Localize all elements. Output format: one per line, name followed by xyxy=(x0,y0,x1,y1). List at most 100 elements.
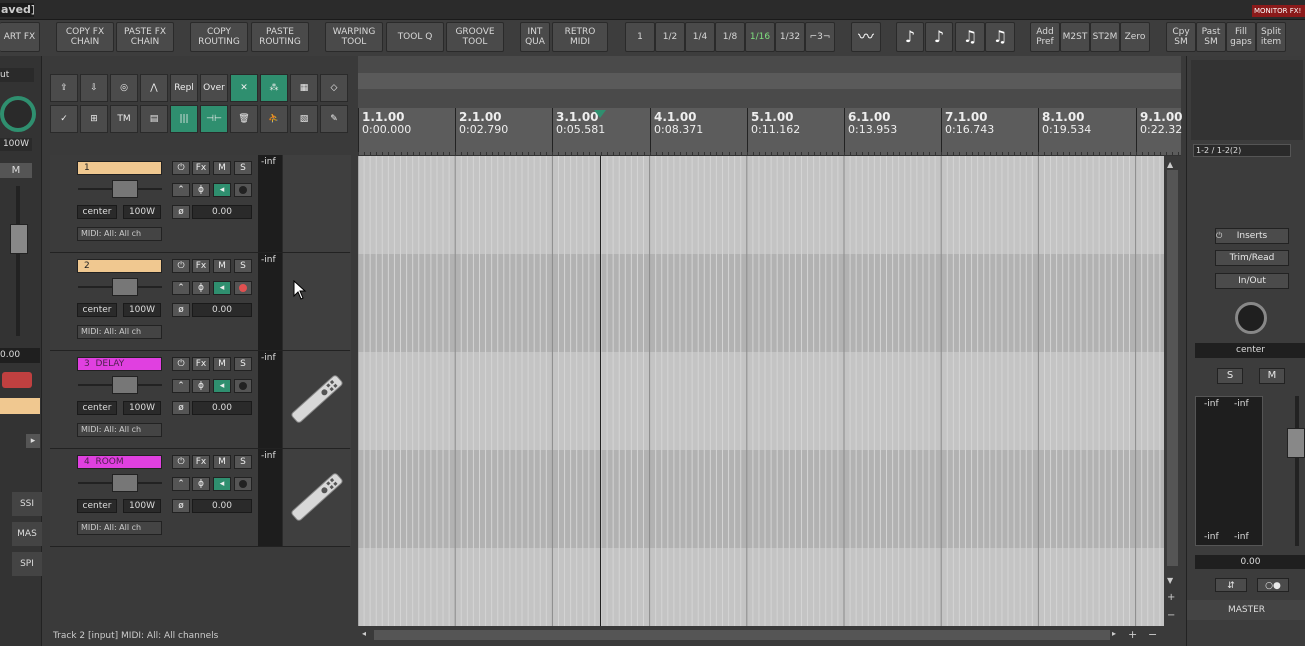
input-icon[interactable]: ɸ xyxy=(192,281,210,295)
envelope-icon[interactable]: ⌃ xyxy=(172,379,190,393)
export-icon[interactable]: ⇩ xyxy=(80,74,108,102)
track-name-field[interactable]: 3 DELAY xyxy=(77,357,162,371)
track-row[interactable]: 2 ⏻ Fx M S ⌃ ɸ ◂ center 100W ø 0.00 MIDI: All: All … xyxy=(50,253,351,351)
note-down-icon[interactable]: ♪ xyxy=(925,22,953,52)
paste-routing-button[interactable]: PASTE ROUTING xyxy=(251,22,309,52)
crossfade-icon[interactable]: ✕ xyxy=(230,74,258,102)
grid-half-button[interactable]: 1/2 xyxy=(655,22,685,52)
master-route-icon[interactable]: ⇵ xyxy=(1215,578,1247,592)
track-mute-button[interactable]: M xyxy=(213,259,231,273)
int-qua-button[interactable]: INT QUA xyxy=(520,22,550,52)
copy-routing-button[interactable]: COPY ROUTING xyxy=(190,22,248,52)
phase-invert-icon[interactable]: ø xyxy=(172,401,190,415)
track-fx-button[interactable]: Fx xyxy=(192,455,210,469)
vertical-scroll-thumb[interactable] xyxy=(1167,170,1178,566)
cpy-sm-button[interactable]: Cpy SM xyxy=(1166,22,1196,52)
tm-button[interactable]: TM xyxy=(110,105,138,133)
track-name-field[interactable]: 1 xyxy=(77,161,162,175)
track-mute-button[interactable]: M xyxy=(213,161,231,175)
phase-invert-icon[interactable]: ø xyxy=(172,499,190,513)
ruler-marker[interactable]: 8.1.00 0:19.534 xyxy=(1038,108,1091,156)
track-solo-button[interactable]: S xyxy=(234,357,252,371)
checklist-icon[interactable]: ✓ xyxy=(50,105,78,133)
volume-fader-knob[interactable] xyxy=(10,224,28,254)
grid-quarter-button[interactable]: 1/4 xyxy=(685,22,715,52)
track-width-value[interactable]: 100W xyxy=(123,499,161,513)
meter-icon[interactable]: ▤ xyxy=(140,105,168,133)
over-button[interactable]: Over xyxy=(200,74,228,102)
track-volume-knob[interactable] xyxy=(112,376,138,394)
track-midi-input[interactable]: MIDI: All: All ch xyxy=(77,227,162,241)
ruler-marker[interactable]: 5.1.00 0:11.162 xyxy=(747,108,800,156)
power-icon[interactable]: ⏻ xyxy=(1216,231,1226,241)
track-mute-button[interactable]: M xyxy=(213,455,231,469)
split-item-button[interactable]: Split item xyxy=(1256,22,1286,52)
monitor-icon[interactable]: ◂ xyxy=(213,183,231,197)
trash-icon[interactable]: 🗑 xyxy=(230,105,258,133)
io-label[interactable]: ut xyxy=(0,68,34,82)
mute-button[interactable]: M xyxy=(0,163,32,178)
start-fx-button[interactable]: ART FX xyxy=(0,22,40,52)
m2st-button[interactable]: M2ST xyxy=(1060,22,1090,52)
scroll-up-icon[interactable]: ▲ xyxy=(1167,160,1178,169)
grid-eighth-button[interactable]: 1/8 xyxy=(715,22,745,52)
track-solo-button[interactable]: S xyxy=(234,455,252,469)
track-mute-button[interactable]: M xyxy=(213,357,231,371)
ruler-region-lane[interactable] xyxy=(358,56,1181,108)
track-pan-value[interactable]: center xyxy=(77,499,117,513)
split-icon[interactable]: ⋀ xyxy=(140,74,168,102)
envelope-icon[interactable]: ⌃ xyxy=(172,281,190,295)
track-row[interactable]: 3 DELAY ⏻ Fx M S ⌃ ɸ ◂ center 100W ø 0.00 MIDI: All:… xyxy=(50,351,351,449)
monitor-icon[interactable]: ◂ xyxy=(213,281,231,295)
grid-sixteenth-button[interactable]: 1/16 xyxy=(745,22,775,52)
color-icon[interactable]: ▧ xyxy=(290,105,318,133)
track-midi-input[interactable]: MIDI: All: All ch xyxy=(77,325,162,339)
routing-icon[interactable]: ◇ xyxy=(320,74,348,102)
width-value[interactable]: 100W xyxy=(0,138,32,151)
trim-read-button[interactable]: Trim/Read xyxy=(1215,250,1289,266)
record-arm-icon[interactable] xyxy=(234,281,252,295)
track-volume-knob[interactable] xyxy=(112,474,138,492)
track-row[interactable]: 4 ROOM ⏻ Fx M S ⌃ ɸ ◂ center 100W ø 0.00 MIDI: All: … xyxy=(50,449,351,547)
master-fader-knob[interactable] xyxy=(1287,428,1305,458)
monitor-fx-badge[interactable]: MONITOR FX! xyxy=(1252,5,1305,17)
track-volume-value[interactable]: 0.00 xyxy=(192,401,252,415)
import-icon[interactable]: ⇪ xyxy=(50,74,78,102)
track-solo-button[interactable]: S xyxy=(234,161,252,175)
record-arm-icon[interactable] xyxy=(234,183,252,197)
grid-triplet-button[interactable]: ⌐3¬ xyxy=(805,22,835,52)
scroll-right-h-icon[interactable]: ▸ xyxy=(1112,629,1122,641)
note-octave-down-icon[interactable]: ♫ xyxy=(985,22,1015,52)
track-volume-value[interactable]: 0.00 xyxy=(192,205,252,219)
track-pan-value[interactable]: center xyxy=(77,303,117,317)
input-icon[interactable]: ɸ xyxy=(192,379,210,393)
horizontal-scroll-thumb[interactable] xyxy=(374,630,1110,640)
mas-button[interactable]: MAS xyxy=(12,522,42,546)
track-row[interactable]: 1 ⏻ Fx M S ⌃ ɸ ◂ center 100W ø 0.00 MIDI: All: All … xyxy=(50,155,351,253)
in-out-button[interactable]: In/Out xyxy=(1215,273,1289,289)
track-fx-button[interactable]: Fx xyxy=(192,259,210,273)
inserts-button[interactable]: Inserts xyxy=(1215,228,1289,244)
track-power-icon[interactable]: ⏻ xyxy=(172,357,190,371)
track-power-icon[interactable]: ⏻ xyxy=(172,259,190,273)
track-volume-value[interactable]: 0.00 xyxy=(192,303,252,317)
scroll-left-icon[interactable]: ◂ xyxy=(362,629,372,641)
zoom-out-h-icon[interactable]: − xyxy=(1148,628,1160,641)
note-octave-up-icon[interactable]: ♫ xyxy=(955,22,985,52)
pen-icon[interactable]: ✎ xyxy=(320,105,348,133)
walk-icon[interactable]: ⛹ xyxy=(260,105,288,133)
record-arm-icon[interactable] xyxy=(234,477,252,491)
horizontal-scrollbar[interactable]: ◂ ▸ + − xyxy=(358,626,1181,644)
add-pref-button[interactable]: Add Pref xyxy=(1030,22,1060,52)
fill-gaps-button[interactable]: Fill gaps xyxy=(1226,22,1256,52)
input-icon[interactable]: ɸ xyxy=(192,477,210,491)
ruler-marker[interactable]: 3.1.00 0:05.581 xyxy=(552,108,605,156)
copy-fx-chain-button[interactable]: COPY FX CHAIN xyxy=(56,22,114,52)
center-split-icon[interactable]: ⊣⊢ xyxy=(200,105,228,133)
track-pan-value[interactable]: center xyxy=(77,205,117,219)
timeline-ruler[interactable]: 1.1.00 0:00.000 2.1.00 0:02.790 3.1.00 0:05.5… xyxy=(358,108,1183,156)
track-icon-area[interactable] xyxy=(282,449,351,546)
envelope-icon[interactable]: ⌃ xyxy=(172,183,190,197)
track-power-icon[interactable]: ⏻ xyxy=(172,161,190,175)
master-mute-button[interactable]: M xyxy=(1259,368,1285,384)
